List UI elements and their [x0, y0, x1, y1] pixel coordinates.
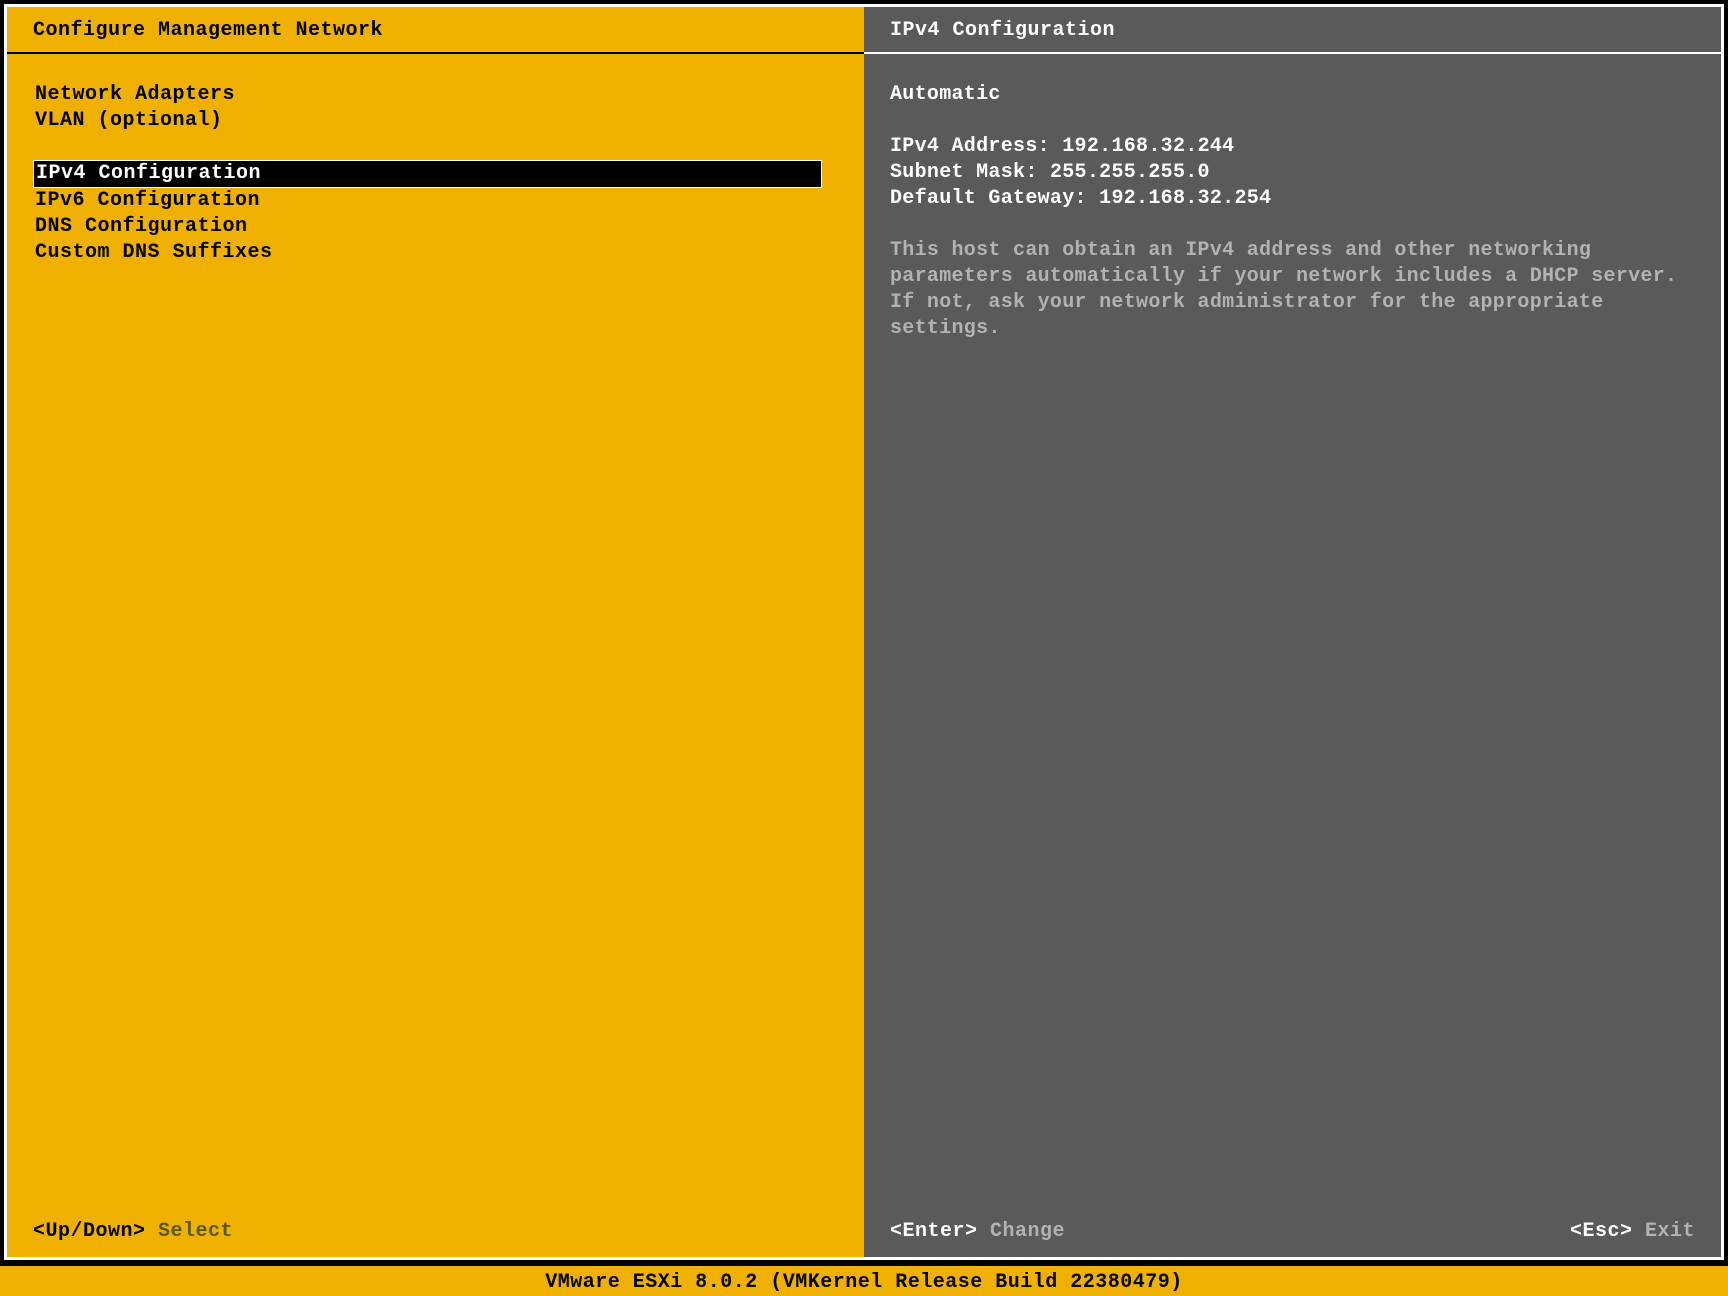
help-text: This host can obtain an IPv4 address and… — [890, 238, 1695, 342]
updown-hint: <Up/Down> Select — [33, 1220, 233, 1243]
ipv4-address-label: IPv4 Address: — [890, 135, 1050, 158]
main-container: Configure Management Network Network Ada… — [7, 7, 1721, 1257]
action-exit: Exit — [1645, 1220, 1695, 1243]
enter-hint: <Enter> Change — [890, 1220, 1065, 1243]
action-change: Change — [990, 1220, 1065, 1243]
action-select: Select — [158, 1220, 233, 1243]
subnet-mask-row: Subnet Mask: 255.255.255.0 — [890, 160, 1695, 186]
subnet-mask-value: 255.255.255.0 — [1050, 161, 1210, 184]
left-footer: <Up/Down> Select — [7, 1208, 864, 1257]
right-panel: IPv4 Configuration Automatic IPv4 Addres… — [864, 7, 1721, 1257]
left-panel: Configure Management Network Network Ada… — [7, 7, 864, 1257]
menu-item-dns-config[interactable]: DNS Configuration — [33, 214, 838, 240]
config-mode: Automatic — [890, 82, 1695, 108]
key-esc: <Esc> — [1570, 1220, 1633, 1243]
esc-hint: <Esc> Exit — [1570, 1220, 1695, 1243]
ipv4-address-value: 192.168.32.244 — [1062, 135, 1234, 158]
status-bar: VMware ESXi 8.0.2 (VMKernel Release Buil… — [0, 1266, 1728, 1296]
menu-item-ipv4-config[interactable]: IPv4 Configuration — [33, 160, 822, 188]
menu-gap — [33, 134, 838, 160]
menu-item-vlan[interactable]: VLAN (optional) — [33, 108, 838, 134]
menu-item-custom-dns-suffixes[interactable]: Custom DNS Suffixes — [33, 240, 838, 266]
default-gateway-row: Default Gateway: 192.168.32.254 — [890, 186, 1695, 212]
menu-list: Network Adapters VLAN (optional) IPv4 Co… — [7, 54, 864, 1208]
default-gateway-label: Default Gateway: — [890, 187, 1087, 210]
detail-content: Automatic IPv4 Address: 192.168.32.244 S… — [864, 54, 1721, 1208]
right-panel-title: IPv4 Configuration — [864, 7, 1721, 54]
menu-item-ipv6-config[interactable]: IPv6 Configuration — [33, 188, 838, 214]
key-updown: <Up/Down> — [33, 1220, 146, 1243]
left-panel-title: Configure Management Network — [7, 7, 864, 54]
ipv4-address-row: IPv4 Address: 192.168.32.244 — [890, 134, 1695, 160]
subnet-mask-label: Subnet Mask: — [890, 161, 1038, 184]
menu-item-network-adapters[interactable]: Network Adapters — [33, 82, 838, 108]
default-gateway-value: 192.168.32.254 — [1099, 187, 1271, 210]
right-footer: <Enter> Change <Esc> Exit — [864, 1208, 1721, 1257]
key-enter: <Enter> — [890, 1220, 978, 1243]
